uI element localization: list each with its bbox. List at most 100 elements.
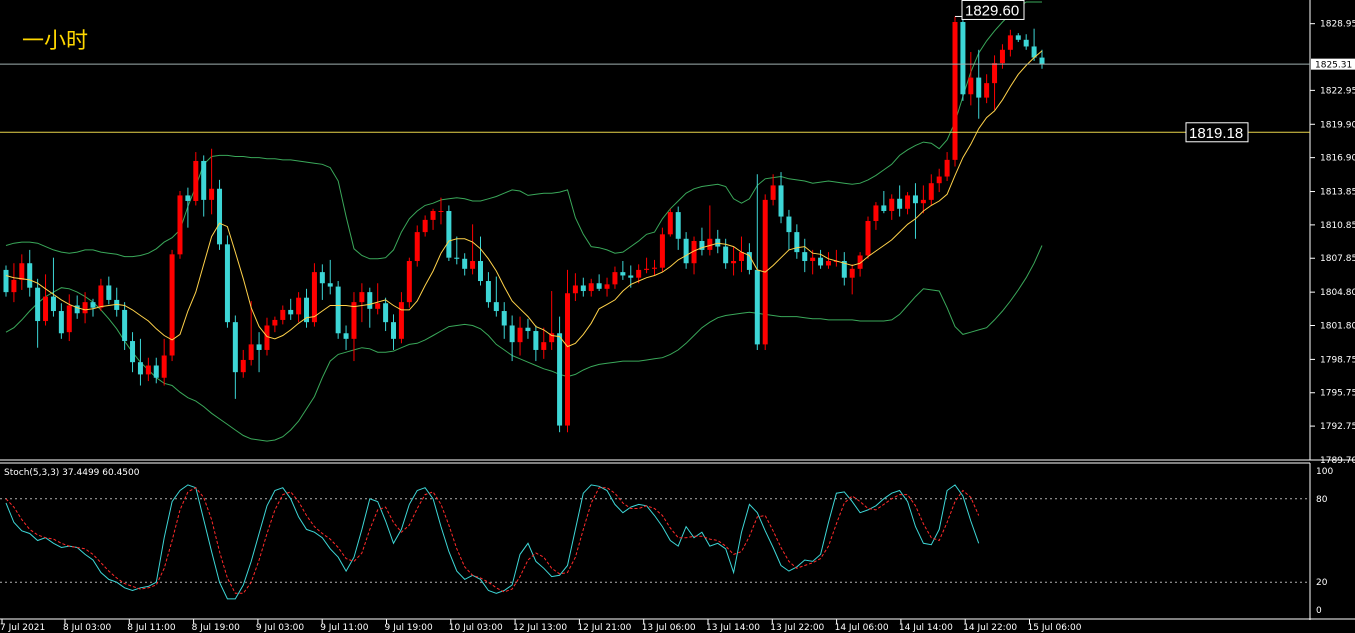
candle-body [359,292,365,303]
candle-body [1039,57,1045,65]
candle-body [478,261,484,282]
candle-body [19,263,25,280]
candle-body [438,210,444,212]
candle-body [1007,35,1013,50]
price-tick-label: 1822.95 [1320,86,1355,96]
price-tick-label: 1789.70 [1320,456,1355,466]
candle-body [35,287,41,322]
candle-body [873,205,879,221]
candle-body [27,263,33,288]
stoch-level-label: 80 [1316,495,1328,505]
price-tick-label: 1819.90 [1320,120,1355,130]
candle-body [802,252,808,262]
candle-body [43,296,49,322]
time-label: 8 Jul 19:00 [192,623,241,633]
candle-body [999,49,1005,64]
candle-body [201,160,207,200]
candle-body [454,257,460,259]
candle-body [485,281,491,303]
time-label: 13 Jul 14:00 [706,623,760,633]
high-price-label: 1829.60 [965,2,1019,19]
candle-body [960,22,966,95]
candle-body [137,362,143,375]
candle-body [462,258,468,269]
candle-body [288,309,294,315]
candle-body [145,365,151,375]
price-tick-label: 1792.75 [1320,422,1355,432]
candle-body [992,63,998,84]
time-label: 15 Jul 06:00 [1028,623,1082,633]
candle-body [217,188,223,245]
candle-body [1015,35,1021,40]
price-tick-label: 1801.80 [1320,321,1355,331]
candle-body [770,185,776,200]
candle-body [912,195,918,204]
candle-body [976,77,982,98]
time-label: 9 Jul 03:00 [256,623,305,633]
price-tick-label: 1816.90 [1320,154,1355,164]
candle-body [881,205,887,211]
candle-body [889,198,895,211]
candle-body [106,285,112,300]
time-label: 8 Jul 03:00 [63,623,112,633]
candle-body [707,238,713,250]
candle-body [604,284,610,289]
candle-body [280,309,286,320]
time-label: 10 Jul 03:00 [449,623,503,633]
current-price-label: 1825.31 [1315,61,1352,71]
candle-body [849,268,855,278]
candle-body [66,305,72,333]
candle-body [501,311,507,326]
candle-body [968,77,974,95]
candle-body [375,303,381,309]
candle-body [620,272,626,276]
stoch-level-label: 20 [1316,578,1328,588]
candle-body [754,269,760,345]
candle-body [209,188,215,200]
candle-body [177,195,183,255]
time-label: 13 Jul 22:00 [770,623,824,633]
candle-body [865,220,871,256]
candle-body [335,286,341,334]
time-label: 9 Jul 11:00 [320,623,369,633]
candle-body [406,261,412,303]
candle-body [264,325,270,350]
candle-body [422,219,428,233]
candle-body [557,333,563,426]
candle-body [683,238,689,264]
candle-body [98,285,104,308]
candle-body [1023,39,1029,47]
candle-body [920,199,926,204]
candle-body [161,355,167,378]
candle-body [564,293,570,426]
candle-body [391,322,397,339]
candle-body [122,309,128,342]
candle-body [256,344,262,350]
candle-body [928,183,934,200]
candle-body [248,344,254,360]
time-label: 13 Jul 06:00 [642,623,696,633]
candle-body [984,83,990,98]
price-tick-label: 1798.75 [1320,355,1355,365]
candle-body [952,22,958,160]
time-label: 14 Jul 06:00 [835,623,889,633]
candle-body [723,246,729,264]
time-label: 8 Jul 11:00 [127,623,176,633]
candle-body [778,185,784,217]
candle-body [675,212,681,239]
candle-body [383,303,389,323]
candle-body [470,261,476,269]
candle-body [240,359,246,373]
candle-body [327,283,333,287]
candle-body [493,302,499,312]
time-label: 14 Jul 14:00 [899,623,953,633]
candle-body [667,212,673,235]
candle-body [786,216,792,233]
candle-body [572,285,578,294]
candle-body [50,296,56,312]
candle-body [944,159,950,177]
chart-root: 1828.95 1822.95 1819.90 1816.90 1813.85 1810.… [0,0,1355,633]
candle-body [3,269,9,293]
candle-body [825,261,831,266]
candle-body [82,302,88,314]
